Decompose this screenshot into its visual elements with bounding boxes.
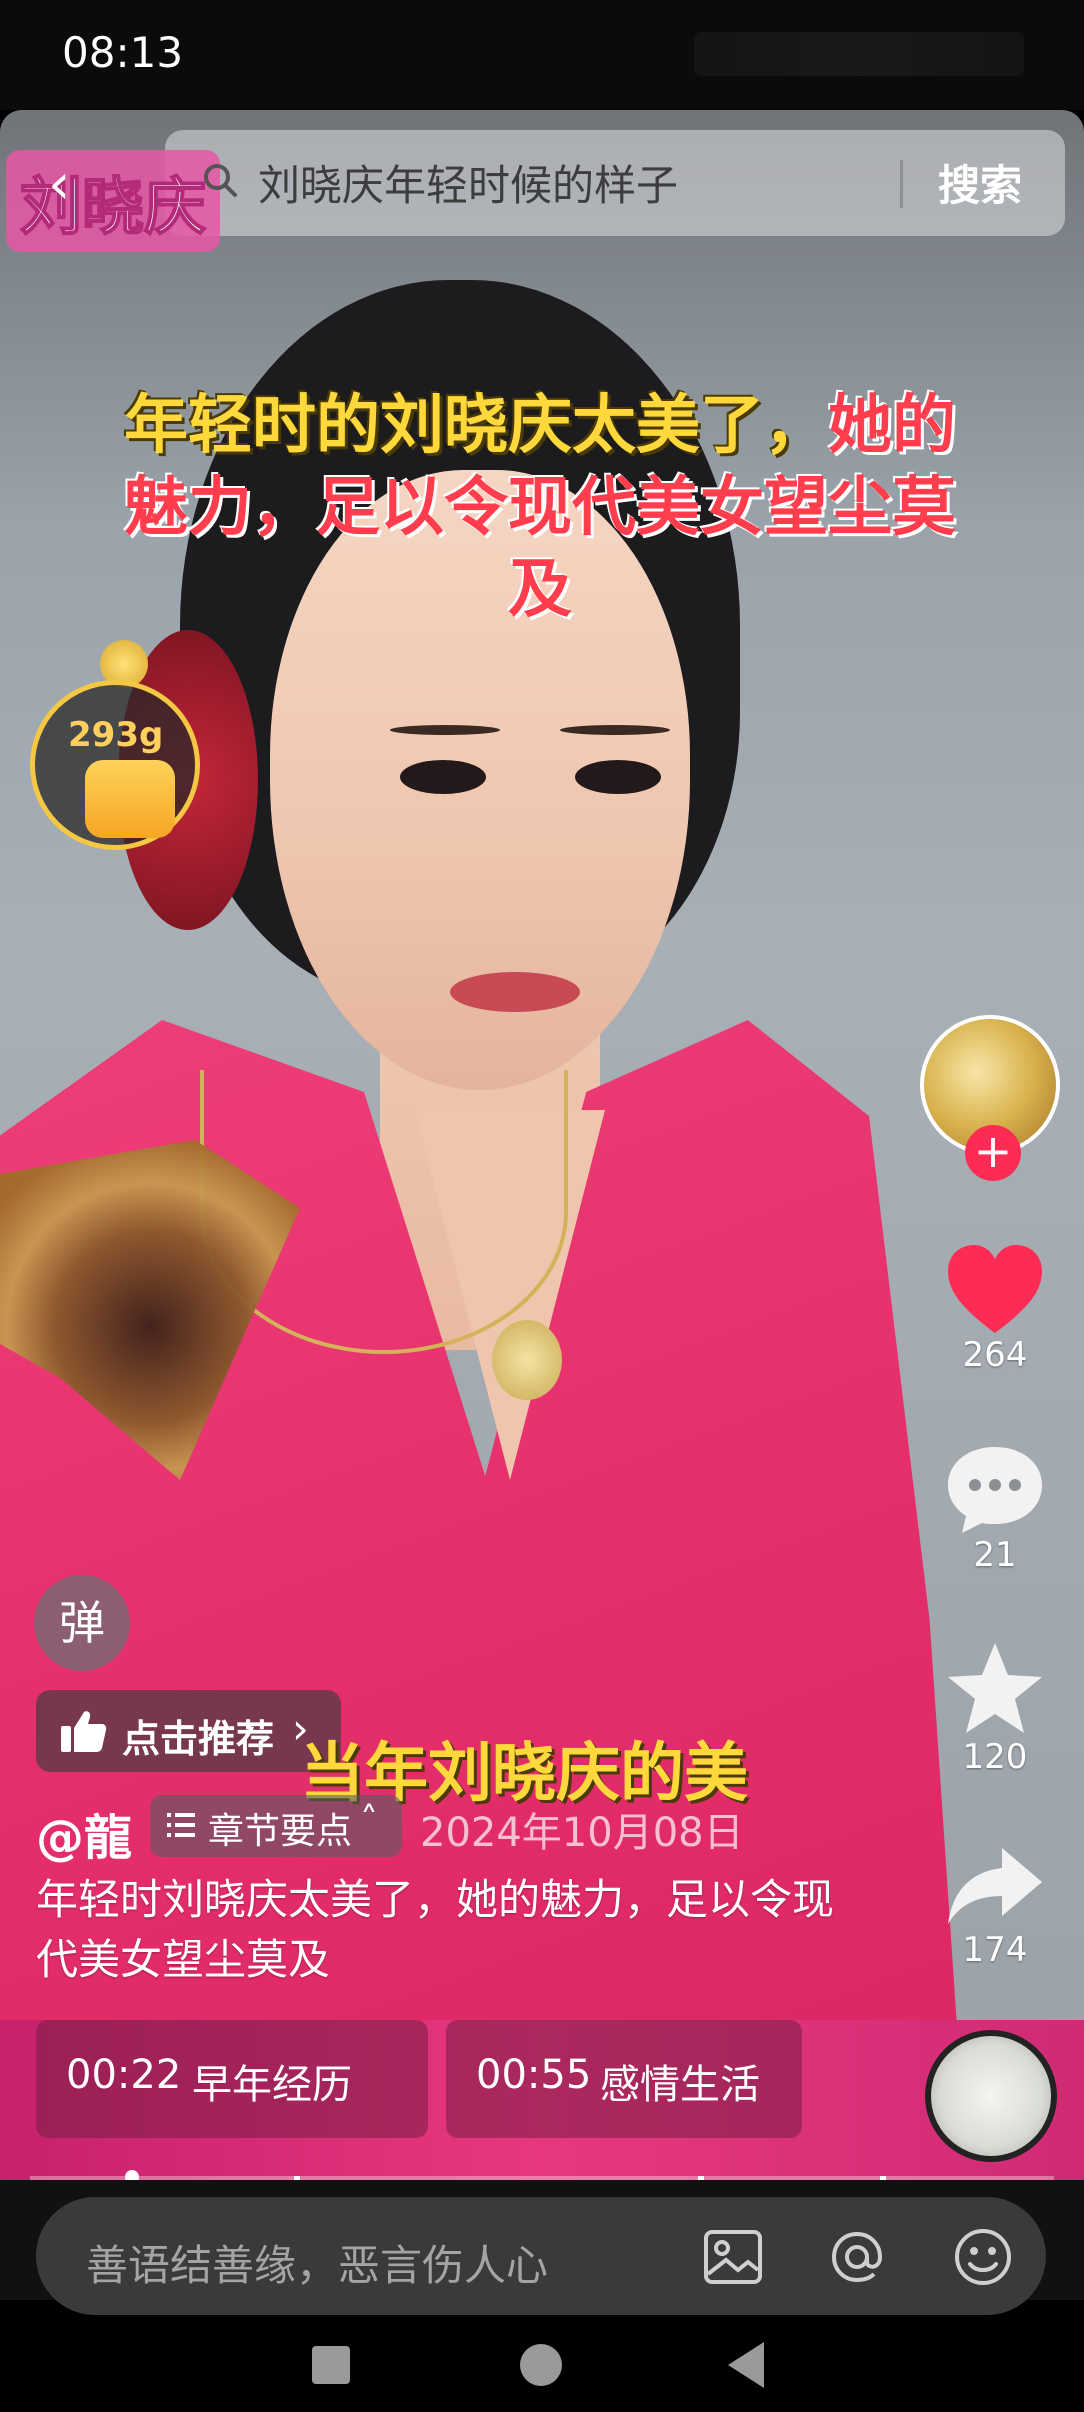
name-badge: 刘晓庆: [6, 150, 221, 252]
at-icon[interactable]: [824, 2224, 890, 2290]
right-brow: [560, 725, 670, 735]
caption-line2: 魅力，足以令现代美女望尘莫: [124, 470, 956, 545]
status-icons: [694, 32, 1024, 76]
post-date: 2024年10月08日: [420, 1810, 744, 1856]
emoji-icon[interactable]: [950, 2224, 1016, 2290]
nav-back-button[interactable]: [728, 2342, 764, 2388]
search-icon: [204, 164, 237, 197]
chapter-1-title: 早年经历: [192, 2062, 352, 2108]
follow-button[interactable]: +: [965, 1125, 1021, 1181]
chapter-2-time: 00:55: [476, 2052, 592, 2098]
share-icon[interactable]: [940, 1830, 1050, 1940]
author-name[interactable]: @龍: [36, 1798, 132, 1868]
chapter-1-time: 00:22: [66, 2052, 182, 2098]
left-eye: [400, 760, 486, 794]
chapter-2-title: 感情生活: [600, 2062, 760, 2108]
favorite-count: 120: [962, 1737, 1028, 1777]
pendant: [492, 1320, 562, 1400]
chevron-up-icon: ˄: [360, 1800, 378, 1841]
search-divider: [900, 160, 903, 208]
comment-icon[interactable]: [940, 1435, 1050, 1545]
comment-placeholder: 善语结善缘，恶言伤人心: [86, 2241, 549, 2290]
caption-line3: 及: [508, 552, 572, 627]
heart-icon[interactable]: [940, 1235, 1050, 1345]
status-time: 08:13: [62, 28, 184, 77]
lips: [450, 972, 580, 1012]
recents-button[interactable]: [312, 2346, 350, 2384]
home-button[interactable]: [520, 2344, 562, 2386]
reward-count: 293g: [68, 715, 164, 755]
reward-widget[interactable]: 293g: [30, 640, 210, 850]
back-icon[interactable]: ‹: [48, 150, 108, 220]
list-icon: [167, 1813, 195, 1837]
share-count: 174: [962, 1930, 1028, 1970]
music-disc[interactable]: [925, 2030, 1057, 2162]
caption-line1-yellow: 年轻时的刘晓庆太美了，: [124, 388, 828, 463]
reward-box-icon: [85, 760, 175, 838]
star-icon[interactable]: [940, 1635, 1050, 1745]
like-count: 264: [962, 1335, 1028, 1375]
thumb-up-icon: [61, 1711, 107, 1752]
video-caption: 年轻时的刘晓庆太美了，她的 魅力，足以令现代美女望尘莫 及: [60, 385, 1020, 631]
post-description[interactable]: 年轻时刘晓庆太美了，她的魅力，足以令现代美女望尘莫及: [36, 1870, 856, 1990]
search-query[interactable]: 刘晓庆年轻时候的样子: [258, 152, 678, 213]
chapter-points-label: 章节要点: [208, 1811, 353, 1852]
image-icon[interactable]: [700, 2224, 766, 2290]
recommend-label: 点击推荐: [122, 1717, 275, 1761]
left-brow: [390, 725, 500, 735]
search-button[interactable]: 搜索: [938, 152, 1022, 213]
danmu-button[interactable]: 弹: [34, 1575, 130, 1671]
caption-line1-red: 她的: [828, 388, 956, 463]
status-bar: 08:13: [0, 0, 1084, 110]
right-eye: [575, 760, 661, 794]
comment-count: 21: [973, 1535, 1017, 1575]
